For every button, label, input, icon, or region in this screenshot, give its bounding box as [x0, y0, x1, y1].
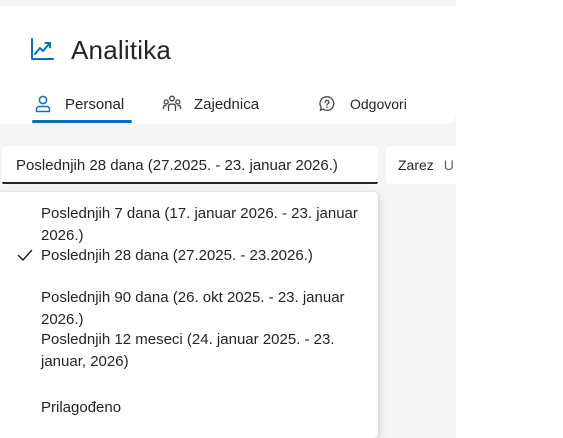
date-range-listbox: Poslednjih 7 dana (17. januar 2026. - 23… [0, 192, 378, 438]
page-title: Analitika [71, 34, 172, 65]
tab-answers[interactable]: Odgovori [318, 86, 407, 122]
people-community-icon [162, 95, 182, 111]
selected-tab-indicator [32, 120, 132, 123]
option-label: Poslednjih 90 dana (26. okt 2025. - 23. … [41, 289, 345, 328]
option-label: Poslednjih 7 dana (17. januar 2026. - 23… [41, 205, 358, 244]
tab-list: Personal Zajednica Odgovori [0, 86, 456, 124]
right-blank-area [456, 0, 563, 438]
tab-answers-label: Odgovori [350, 96, 407, 112]
option-last-12-months[interactable]: Poslednjih 12 meseci (24. januar 2025. -… [0, 326, 378, 380]
tab-community-label: Zajednica [194, 95, 260, 113]
option-last-28-days[interactable]: Poslednjih 28 dana (27.2025. - 23.2026.) [0, 242, 378, 270]
date-range-dropdown[interactable]: Poslednjih 28 dana (27.2025. - 23. janua… [2, 146, 378, 184]
option-last-7-days[interactable]: Poslednjih 7 dana (17. januar 2026. - 23… [0, 200, 378, 244]
option-custom[interactable]: Prilagođeno [0, 394, 378, 422]
tab-community[interactable]: Zajednica [162, 86, 259, 122]
secondary-filter-value: U [443, 157, 454, 173]
tab-personal-label: Personal [65, 95, 125, 113]
secondary-filter[interactable]: Zarez U [386, 146, 466, 184]
filter-bar: Poslednjih 28 dana (27.2025. - 23. janua… [0, 146, 466, 186]
option-label: Prilagođeno [41, 399, 122, 416]
chat-help-icon [319, 96, 335, 111]
trending-lines-icon [31, 38, 54, 60]
date-range-value: Poslednjih 28 dana (27.2025. - 23. janua… [16, 156, 338, 174]
person-icon [35, 95, 51, 113]
title-row: Analitika [29, 32, 171, 68]
option-label: Poslednjih 12 meseci (24. januar 2025. -… [41, 331, 335, 370]
option-label: Poslednjih 28 dana (27.2025. - 23.2026.) [41, 247, 313, 264]
analytics-header: Analitika Personal Zajednica Odgovori [0, 6, 456, 124]
checkmark-icon [17, 249, 33, 261]
option-last-90-days[interactable]: Poslednjih 90 dana (26. okt 2025. - 23. … [0, 284, 378, 328]
tab-personal[interactable]: Personal [33, 86, 124, 122]
secondary-filter-label: Zarez [398, 157, 434, 173]
